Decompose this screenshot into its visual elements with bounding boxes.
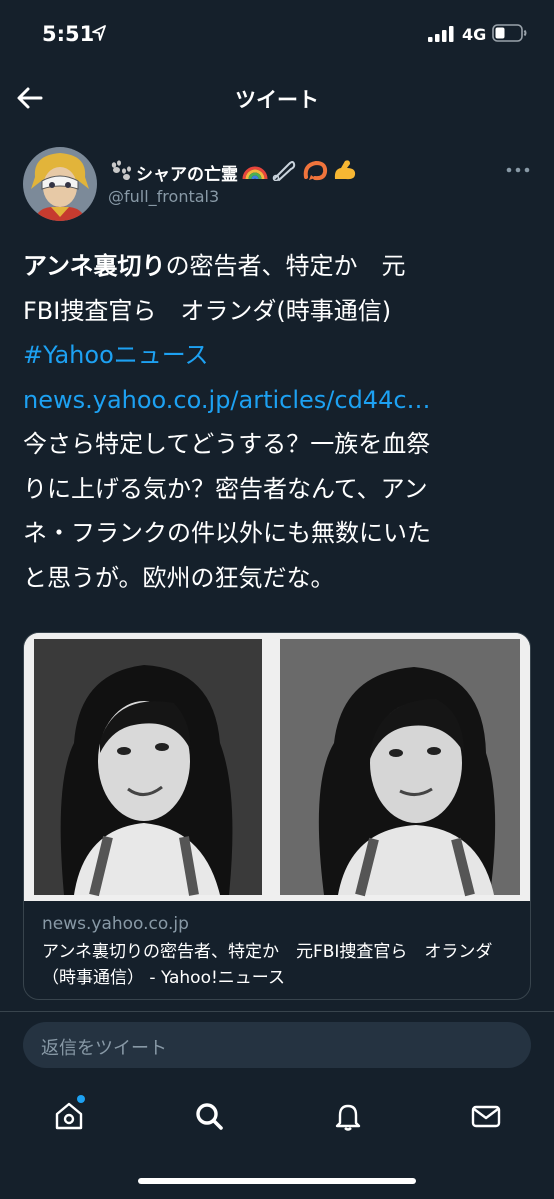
messages-icon <box>471 1105 501 1128</box>
tweet-text-line: #Yahooニュース <box>23 333 533 378</box>
flexed-biceps-icon <box>332 159 358 185</box>
home-icon <box>55 1102 83 1130</box>
tweet-comment-line: りに上げる気か？密告者なんて、アン <box>23 474 428 503</box>
page-title: ツイート <box>235 88 319 112</box>
card-domain: news.yahoo.co.jp <box>42 914 189 934</box>
status-time: 5:51 <box>42 22 95 46</box>
tweet-comment-line: と思うが。欧州の狂気だな。 <box>23 563 335 592</box>
tab-messages[interactable] <box>470 1100 502 1132</box>
notifications-icon <box>335 1104 361 1131</box>
display-name-row: シャアの亡霊 <box>108 159 358 185</box>
cellular-signal-icon <box>428 26 454 46</box>
tweet-detail-screen: 5:51 4G ツイート シャアの亡霊 @full_frontal3 アンネ裏切… <box>0 0 554 1199</box>
reply-placeholder: 返信をツイート <box>41 1038 167 1059</box>
rainbow-icon <box>242 159 268 185</box>
tweet-comment-line: 今さら特定してどうする？一族を血祭 <box>23 430 431 458</box>
tweet-headline-line2: FBI捜査官ら オランダ(時事通信) <box>23 296 392 325</box>
home-indicator[interactable] <box>138 1178 416 1184</box>
tab-bar <box>0 1086 554 1146</box>
tweet-text-line: アンネ裏切りの密告者、特定か 元 <box>23 244 533 289</box>
card-photo <box>24 633 530 901</box>
tweet-headline-rest: の密告者、特定か 元 <box>165 252 406 280</box>
search-icon <box>196 1103 223 1130</box>
divider <box>0 1011 554 1012</box>
link-preview-card[interactable]: news.yahoo.co.jp アンネ裏切りの密告者、特定か 元FBI捜査官ら… <box>23 632 531 1000</box>
safety-pin-icon <box>272 159 296 185</box>
more-options-button[interactable] <box>506 162 530 178</box>
status-bar: 5:51 4G <box>0 0 554 70</box>
new-content-dot <box>77 1095 85 1103</box>
tab-search[interactable] <box>193 1100 225 1132</box>
reply-input[interactable]: 返信をツイート <box>23 1022 531 1068</box>
network-type: 4G <box>462 25 487 44</box>
tab-home[interactable] <box>53 1095 85 1132</box>
tweet-text: アンネ裏切りの密告者、特定か 元 FBI捜査官ら オランダ(時事通信) #Yah… <box>23 244 533 600</box>
avatar[interactable] <box>23 147 97 221</box>
battery-icon <box>492 24 528 46</box>
tweet-comment-line: ネ・フランクの件以外にも無数にいた <box>23 519 431 547</box>
paw-prints-icon <box>108 159 132 185</box>
location-arrow-icon <box>92 25 106 45</box>
shrimp-icon <box>302 159 328 185</box>
user-handle[interactable]: @full_frontal3 <box>108 187 219 206</box>
tweet-headline-bold: アンネ裏切り <box>23 252 166 280</box>
nav-header: ツイート <box>0 70 554 126</box>
hashtag-link[interactable]: #Yahooニュース <box>23 341 209 369</box>
url-link[interactable]: news.yahoo.co.jp/articles/cd44c… <box>23 386 431 414</box>
card-title: アンネ裏切りの密告者、特定か 元FBI捜査官ら オランダ（時事通信） - Yah… <box>42 942 493 988</box>
more-dots-icon <box>506 167 530 173</box>
display-name[interactable]: シャアの亡霊 <box>136 160 238 185</box>
tweet-text-line: news.yahoo.co.jp/articles/cd44c… <box>23 378 533 423</box>
tab-notifications[interactable] <box>332 1100 364 1132</box>
